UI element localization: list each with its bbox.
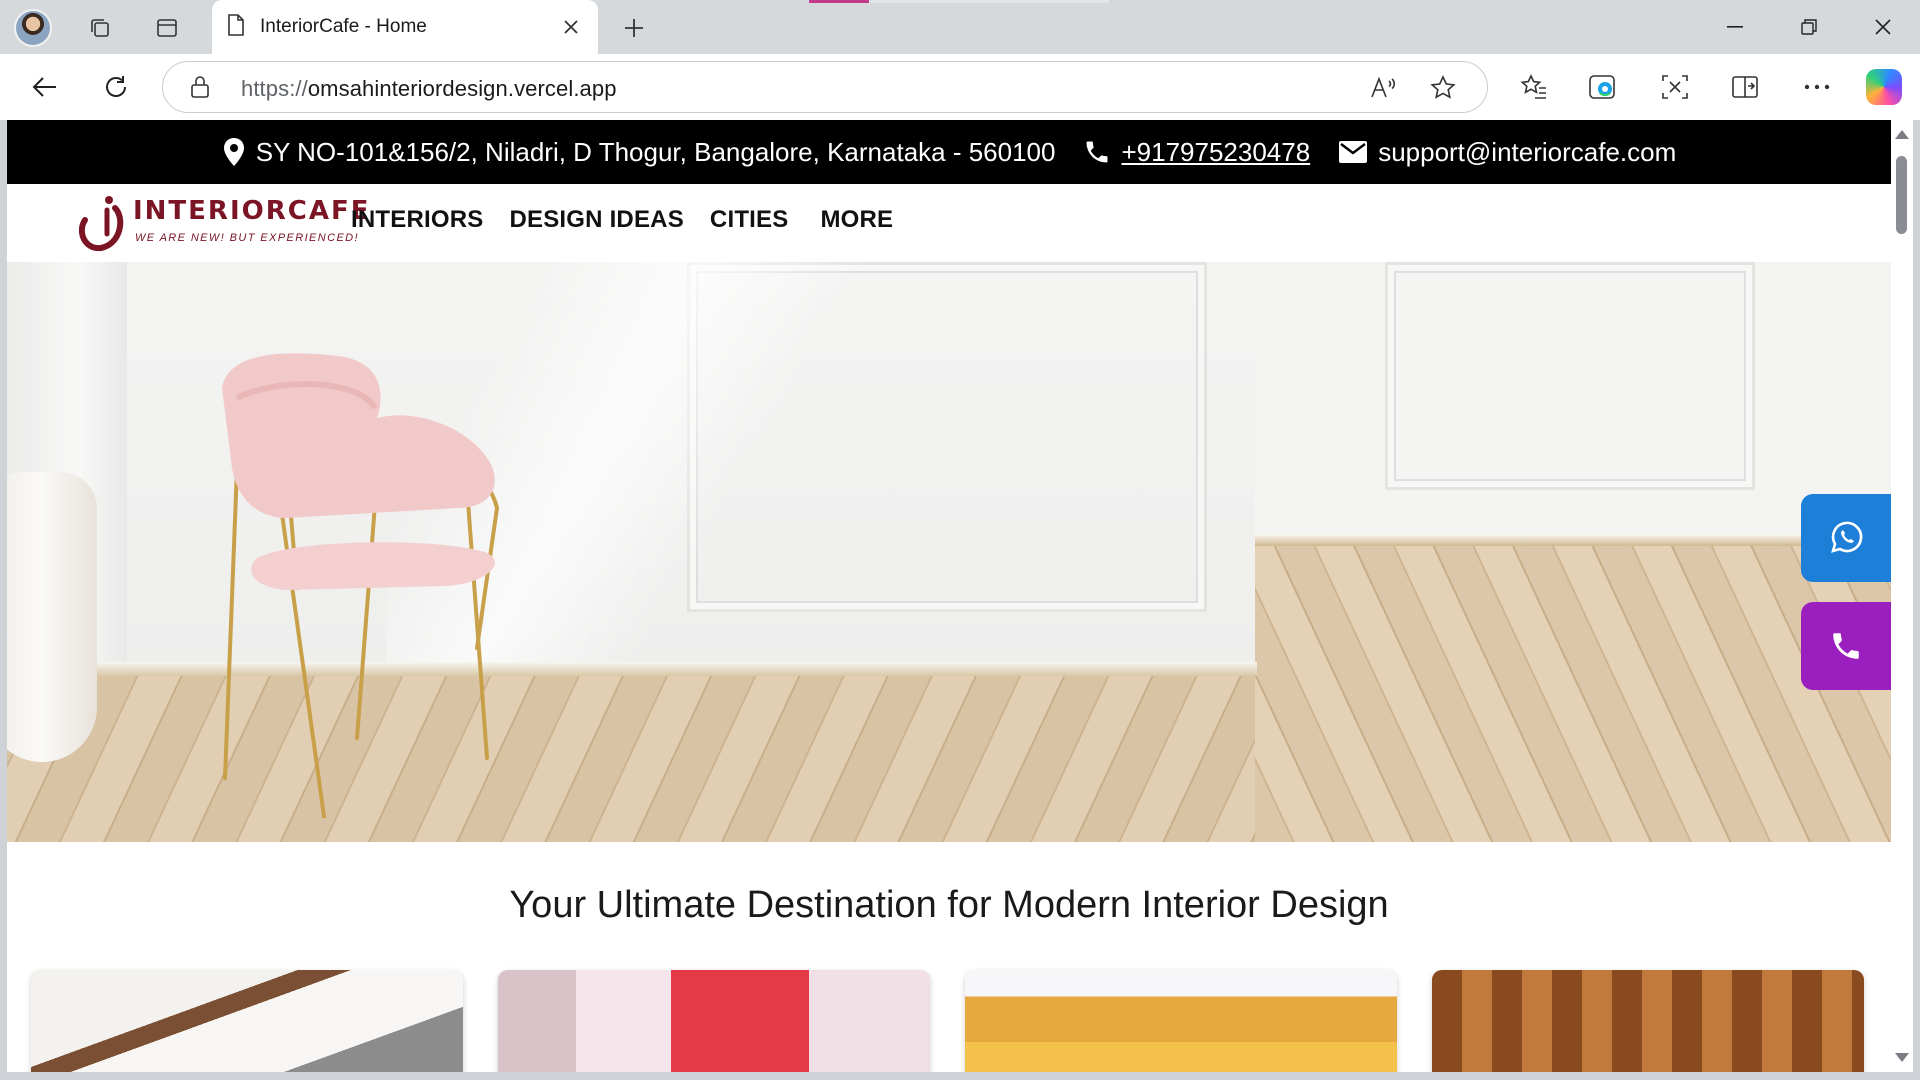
address-item: SY NO-101&156/2, Niladri, D Thogur, Bang… [222,136,1056,168]
menu-cities[interactable]: CITIES [710,206,789,234]
page-scrollbar[interactable] [1891,120,1913,1072]
tab-loading-indicator [809,0,1109,3]
new-tab-button[interactable] [614,9,654,47]
site-logo[interactable]: INTERIORCAFE WE ARE NEW! BUT EXPERIENCED… [79,190,368,252]
split-screen-icon[interactable] [1724,67,1766,107]
read-aloud-icon[interactable] [1367,73,1401,103]
scroll-down-arrow-icon[interactable] [1895,1053,1909,1062]
site-navigation: INTERIORCAFE WE ARE NEW! BUT EXPERIENCED… [7,184,1891,262]
refresh-button[interactable] [95,67,137,107]
phone-item[interactable]: +917975230478 [1083,137,1310,168]
url-text[interactable]: https://omsahinteriordesign.vercel.app [241,76,617,102]
menu-design-ideas[interactable]: DESIGN IDEAS [509,206,683,234]
profile-avatar[interactable] [14,9,52,47]
screenshot-icon[interactable] [1654,67,1696,107]
copilot-icon[interactable] [1866,69,1902,105]
chair-illustration [222,353,500,818]
address-bar[interactable]: https://omsahinteriordesign.vercel.app [162,61,1488,113]
close-tab-icon[interactable] [558,14,584,40]
scroll-thumb[interactable] [1896,156,1907,234]
address-text: SY NO-101&156/2, Niladri, D Thogur, Bang… [255,136,1056,167]
menu-interiors[interactable]: INTERIORS [351,206,483,234]
restore-button[interactable] [1774,0,1844,54]
design-card[interactable] [1432,970,1864,1072]
call-button[interactable] [1801,602,1891,690]
email-link[interactable]: support@interiorcafe.com [1378,137,1676,168]
back-button[interactable] [24,67,66,107]
whatsapp-icon [1831,521,1863,553]
mail-icon [1339,141,1368,163]
favorite-star-icon[interactable] [1426,73,1460,103]
menu-more[interactable]: MORE [820,206,893,234]
minimize-button[interactable] [1700,0,1770,54]
logo-name: INTERIORCAFE [133,196,371,226]
design-card[interactable] [31,970,463,1072]
phone-icon [1833,633,1859,659]
edge-extension-icon[interactable] [1582,67,1624,107]
scroll-up-arrow-icon[interactable] [1895,130,1909,139]
page-viewport: SY NO-101&156/2, Niladri, D Thogur, Bang… [7,120,1891,1072]
vertical-tabs-icon[interactable] [147,9,187,47]
hero-banner-image [7,262,1891,842]
favorites-icon[interactable] [1513,67,1555,107]
main-menu: INTERIORS DESIGN IDEAS CITIES MORE [351,206,919,234]
page-headline: Your Ultimate Destination for Modern Int… [509,884,1389,926]
page-icon [226,13,246,42]
tab-title: InteriorCafe - Home [260,16,427,37]
design-card[interactable] [965,970,1397,1072]
contact-bar: SY NO-101&156/2, Niladri, D Thogur, Bang… [7,120,1891,184]
site-info-icon[interactable] [189,75,211,104]
email-item[interactable]: support@interiorcafe.com [1338,137,1676,168]
whatsapp-button[interactable] [1801,494,1891,582]
design-card[interactable] [498,970,930,1072]
tab-bar: InteriorCafe - Home [0,0,1920,54]
location-pin-icon [223,138,244,166]
phone-link[interactable]: +917975230478 [1121,137,1310,168]
logo-mark-icon [79,196,124,252]
design-cards [31,970,1871,1072]
more-options-icon[interactable] [1796,67,1838,107]
active-tab[interactable]: InteriorCafe - Home [212,0,598,54]
logo-tagline: WE ARE NEW! BUT EXPERIENCED! [135,232,359,244]
close-window-button[interactable] [1848,0,1918,54]
phone-icon [1086,141,1108,163]
workspaces-icon[interactable] [80,9,120,47]
browser-toolbar: https://omsahinteriordesign.vercel.app [0,54,1920,120]
